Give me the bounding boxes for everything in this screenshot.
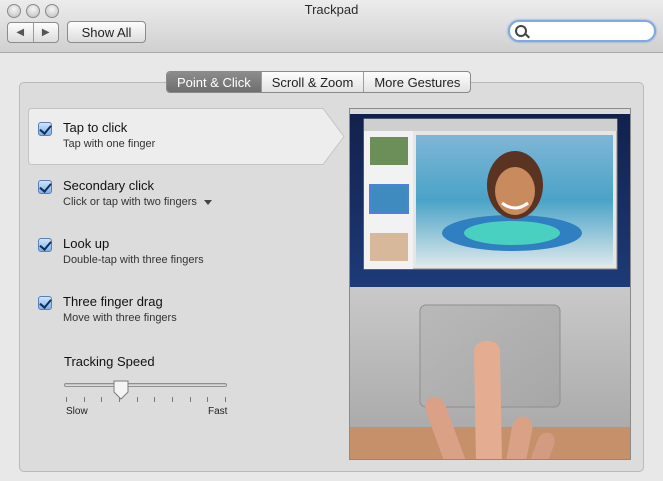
slider-track[interactable]: [64, 383, 227, 387]
slider-tick: [225, 397, 226, 402]
slider-tick: [137, 397, 138, 402]
option-subtitle: Tap with one finger: [63, 138, 156, 150]
option-subtitle: Click or tap with two fingers: [63, 196, 197, 208]
tab-scroll-and-zoom[interactable]: Scroll & Zoom: [262, 72, 365, 92]
slider-tick: [172, 397, 173, 402]
slider-max-label: Fast: [208, 406, 228, 417]
slider-tick: [84, 397, 85, 402]
gesture-preview-image: [349, 108, 631, 460]
back-forward-control: ◀ ▶: [7, 22, 59, 43]
secondary-click-menu[interactable]: Click or tap with two fingers: [63, 196, 212, 208]
option-title: Tap to click: [63, 120, 128, 135]
selected-row-highlight: [28, 108, 345, 165]
search-icon: [515, 25, 527, 37]
option-subtitle: Move with three fingers: [63, 312, 177, 324]
slider-tick: [190, 397, 191, 402]
tab-point-and-click[interactable]: Point & Click: [167, 72, 262, 92]
slider-tick: [207, 397, 208, 402]
tab-more-gestures[interactable]: More Gestures: [364, 72, 470, 92]
look-up-checkbox[interactable]: [38, 238, 52, 252]
option-title: Look up: [63, 236, 110, 251]
tracking-speed-slider[interactable]: [64, 380, 227, 410]
tracking-speed-label: Tracking Speed: [64, 354, 155, 369]
forward-icon[interactable]: ▶: [34, 23, 59, 42]
option-subtitle: Double-tap with three fingers: [63, 254, 204, 266]
slider-tick: [66, 397, 67, 402]
search-field[interactable]: [508, 20, 656, 42]
slider-min-label: Slow: [66, 406, 88, 417]
preview-illustration: [350, 109, 630, 459]
slider-tick: [154, 397, 155, 402]
option-title: Secondary click: [63, 178, 155, 193]
window-title: Trackpad: [304, 2, 359, 17]
chevron-down-icon[interactable]: [203, 199, 212, 205]
window-toolbar: Trackpad ◀ ▶ Show All: [0, 0, 663, 53]
slider-knob[interactable]: [112, 380, 130, 400]
search-input[interactable]: [530, 23, 652, 41]
back-icon[interactable]: ◀: [8, 23, 34, 42]
tab-bar: Point & Click Scroll & Zoom More Gesture…: [166, 71, 472, 93]
three-finger-drag-checkbox[interactable]: [38, 296, 52, 310]
secondary-click-checkbox[interactable]: [38, 180, 52, 194]
show-all-button[interactable]: Show All: [67, 21, 146, 43]
tap-to-click-checkbox[interactable]: [38, 122, 52, 136]
slider-tick: [101, 397, 102, 402]
option-title: Three finger drag: [63, 294, 163, 309]
